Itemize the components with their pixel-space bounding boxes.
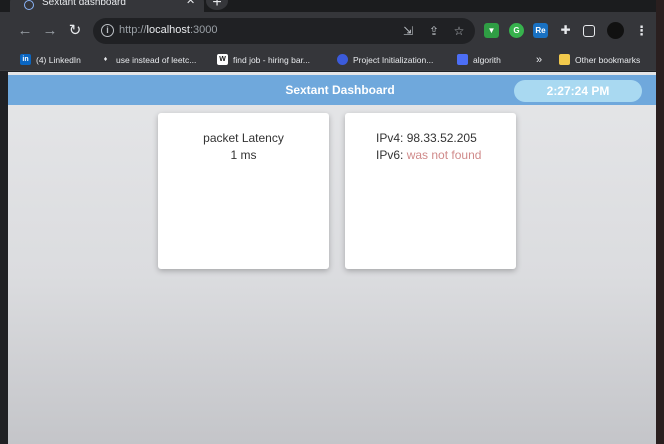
bookmarks-overflow-icon[interactable]: » [536, 53, 542, 68]
side-panel-icon[interactable] [583, 25, 595, 37]
close-icon[interactable]: ✕ [186, 0, 195, 7]
ipv4-value: 98.33.52.205 [406, 131, 477, 145]
forward-arrow-icon[interactable]: → [41, 22, 59, 40]
latency-card: packet Latency 1 ms [158, 113, 329, 269]
w-icon: W [217, 54, 228, 66]
shield-extension-icon[interactable]: ▼ [484, 23, 499, 38]
tab-strip: Sextant dashboard ✕ + [0, 0, 664, 12]
latency-value: 1 ms [230, 148, 257, 162]
clock-badge: 2:27:24 PM [514, 80, 642, 102]
ipv6-value: was not found [406, 148, 482, 162]
ip-card: IPv4: 98.33.52.205 IPv6: was not found [345, 113, 516, 269]
profile-avatar[interactable] [607, 22, 624, 39]
back-arrow-icon[interactable]: ← [16, 22, 34, 40]
latency-label: packet Latency [203, 131, 284, 145]
linkedin-icon: in [20, 54, 31, 66]
app-header: Sextant Dashboard 2:27:24 PM [8, 75, 664, 105]
bookmark-find-job[interactable]: Wfind job - hiring bar... [217, 53, 310, 68]
bookmark-other[interactable]: Other bookmarks [559, 53, 640, 68]
bookmark-leetcode[interactable]: ♦ use instead of leetc... [100, 53, 197, 68]
bookmark-algorith[interactable]: algorith [457, 53, 501, 68]
site-info-icon[interactable]: i [101, 24, 114, 37]
re-extension-icon[interactable]: Re [533, 23, 548, 38]
extensions-puzzle-icon[interactable]: ✚ [558, 23, 573, 38]
ipv4-label: IPv4: [376, 131, 404, 145]
url-text: http://localhost:3000 [119, 24, 218, 36]
star-bookmark-icon[interactable]: ☆ [452, 24, 466, 38]
tab-title: Sextant dashboard [42, 0, 126, 8]
new-tab-button[interactable]: + [206, 0, 228, 11]
ipv4-row: IPv4: 98.33.52.205 [376, 130, 516, 147]
doc-icon [457, 54, 468, 66]
ipv6-label: IPv6: [376, 148, 404, 162]
bookmarks-bar: in (4) LinkedIn ♦ use instead of leetc... … [0, 50, 664, 71]
globe-icon [337, 54, 348, 66]
pin-icon: ♦ [103, 56, 108, 64]
ipv6-row: IPv6: was not found [376, 147, 516, 164]
page-viewport: Sextant Dashboard 2:27:24 PM packet Late… [8, 72, 664, 444]
window-edge [656, 0, 664, 444]
bookmark-linkedin[interactable]: in (4) LinkedIn [20, 53, 81, 68]
address-bar[interactable]: i http://localhost:3000 ⇲ ⇪ ☆ [93, 18, 475, 44]
bookmark-project-init[interactable]: Project Initialization... [337, 53, 433, 68]
browser-toolbar: ← → ↻ i http://localhost:3000 ⇲ ⇪ ☆ ▼ G … [0, 12, 664, 50]
grammarly-icon[interactable]: G [509, 23, 524, 38]
menu-kebab-icon[interactable]: ⋮ [634, 23, 649, 38]
react-icon [24, 0, 34, 10]
reload-icon[interactable]: ↻ [66, 22, 84, 40]
share-icon[interactable]: ⇪ [427, 24, 441, 38]
browser-tab[interactable]: Sextant dashboard ✕ [10, 0, 204, 12]
install-app-icon[interactable]: ⇲ [401, 24, 415, 38]
folder-icon [559, 54, 570, 66]
